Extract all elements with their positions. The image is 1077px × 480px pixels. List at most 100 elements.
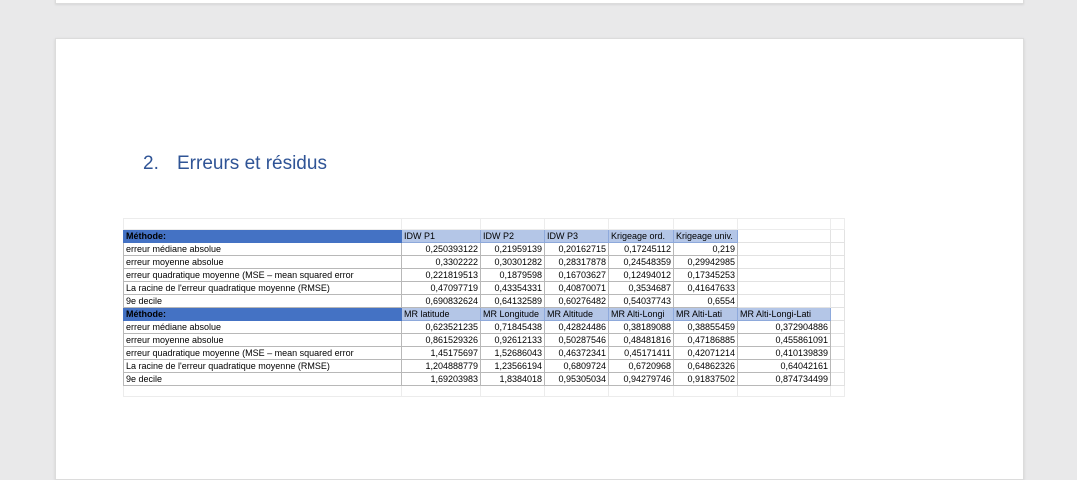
value-cell: 0,6809724	[544, 359, 609, 373]
value-cell: 0,12494012	[608, 268, 674, 282]
value-cell: 0,45171411	[608, 346, 674, 360]
empty-cell	[830, 255, 845, 269]
empty-cell	[737, 218, 831, 230]
value-cell: 1,204888779	[401, 359, 481, 373]
value-cell: 0,48481816	[608, 333, 674, 347]
value-cell: 0,17345253	[673, 268, 738, 282]
value-cell: 0,410139839	[737, 346, 831, 360]
empty-cell	[830, 242, 845, 256]
empty-cell	[544, 385, 609, 397]
value-cell: 0,94279746	[608, 372, 674, 386]
value-cell: 0,42824486	[544, 320, 609, 334]
table1-header-cell: IDW P1	[401, 229, 481, 243]
table2-header-cell: MR latitude	[401, 307, 481, 321]
value-cell: 0,17245112	[608, 242, 674, 256]
grid-row	[123, 385, 845, 397]
empty-cell	[608, 218, 674, 230]
previous-page-edge	[55, 0, 1024, 4]
empty-cell	[401, 385, 481, 397]
table2-row: La racine de l'erreur quadratique moyenn…	[123, 359, 845, 373]
table2-row: erreur moyenne absolue 0,861529326 0,92612…	[123, 333, 845, 347]
row-label: erreur moyenne absolue	[123, 333, 402, 347]
grid-row	[123, 218, 845, 230]
empty-cell	[737, 385, 831, 397]
empty-cell	[123, 385, 402, 397]
empty-cell	[830, 372, 845, 386]
value-cell: 1,8384018	[480, 372, 545, 386]
value-cell: 0,30301282	[480, 255, 545, 269]
empty-cell	[830, 320, 845, 334]
table2-header-cell: MR Alti-Longi	[608, 307, 674, 321]
value-cell: 0,64132589	[480, 294, 545, 308]
table1-row: erreur moyenne absolue 0,3302222 0,3030128…	[123, 255, 845, 269]
table1-header-cell: Krigeage univ.	[673, 229, 738, 243]
row-label: erreur quadratique moyenne (MSE – mean s…	[123, 268, 402, 282]
value-cell: 0,41647633	[673, 281, 738, 295]
table1-row: La racine de l'erreur quadratique moyenn…	[123, 281, 845, 295]
value-cell: 0,47097719	[401, 281, 481, 295]
value-cell: 0,38189088	[608, 320, 674, 334]
table2-row: erreur médiane absolue 0,623521235 0,71845…	[123, 320, 845, 334]
value-cell: 0,92612133	[480, 333, 545, 347]
empty-cell	[401, 218, 481, 230]
row-label: erreur moyenne absolue	[123, 255, 402, 269]
table2-row: 9e decile 1,69203983 1,8384018 0,95305034 0,…	[123, 372, 845, 386]
value-cell: 0,40870071	[544, 281, 609, 295]
empty-cell	[830, 229, 845, 243]
value-cell: 0,21959139	[480, 242, 545, 256]
empty-cell	[830, 218, 845, 230]
section-heading: 2. Erreurs et résidus	[143, 153, 327, 175]
value-cell: 0,6554	[673, 294, 738, 308]
empty-cell	[737, 294, 831, 308]
value-cell: 1,52686043	[480, 346, 545, 360]
table1-header-cell: Méthode:	[123, 229, 402, 243]
value-cell: 0,219	[673, 242, 738, 256]
results-spreadsheet: Méthode: IDW P1 IDW P2 IDW P3 Krigeage ord. K…	[123, 218, 845, 397]
row-label: erreur quadratique moyenne (MSE – mean s…	[123, 346, 402, 360]
value-cell: 0,16703627	[544, 268, 609, 282]
value-cell: 0,64042161	[737, 359, 831, 373]
empty-cell	[830, 307, 845, 321]
table1-header-cell: IDW P2	[480, 229, 545, 243]
value-cell: 0,29942985	[673, 255, 738, 269]
empty-cell	[830, 346, 845, 360]
empty-cell	[830, 268, 845, 282]
empty-cell	[830, 359, 845, 373]
value-cell: 1,23566194	[480, 359, 545, 373]
row-label: erreur médiane absolue	[123, 320, 402, 334]
value-cell: 0,38855459	[673, 320, 738, 334]
empty-cell	[673, 218, 738, 230]
table1-header-cell: IDW P3	[544, 229, 609, 243]
table2-row: erreur quadratique moyenne (MSE – mean s…	[123, 346, 845, 360]
table2-header-row: Méthode: MR latitude MR Longitude MR Altitu…	[123, 307, 845, 321]
empty-cell	[480, 385, 545, 397]
empty-cell	[830, 385, 845, 397]
value-cell: 0,64862326	[673, 359, 738, 373]
value-cell: 0,60276482	[544, 294, 609, 308]
table2-header-cell: Méthode:	[123, 307, 402, 321]
section-title: Erreurs et résidus	[177, 153, 327, 174]
value-cell: 0,20162715	[544, 242, 609, 256]
value-cell: 0,455861091	[737, 333, 831, 347]
value-cell: 0,874734499	[737, 372, 831, 386]
row-label: 9e decile	[123, 294, 402, 308]
empty-cell	[830, 294, 845, 308]
value-cell: 0,3302222	[401, 255, 481, 269]
value-cell: 0,71845438	[480, 320, 545, 334]
value-cell: 0,690832624	[401, 294, 481, 308]
value-cell: 0,3534687	[608, 281, 674, 295]
value-cell: 0,24548359	[608, 255, 674, 269]
empty-cell	[830, 333, 845, 347]
table1-row: 9e decile 0,690832624 0,64132589 0,60276482…	[123, 294, 845, 308]
value-cell: 0,91837502	[673, 372, 738, 386]
empty-cell	[123, 218, 402, 230]
table2-header-cell: MR Altitude	[544, 307, 609, 321]
value-cell: 0,1879598	[480, 268, 545, 282]
value-cell: 1,45175697	[401, 346, 481, 360]
table1-row: erreur médiane absolue 0,250393122 0,21959…	[123, 242, 845, 256]
value-cell: 0,221819513	[401, 268, 481, 282]
value-cell: 0,623521235	[401, 320, 481, 334]
empty-cell	[544, 218, 609, 230]
empty-cell	[608, 385, 674, 397]
table1-header-cell: Krigeage ord.	[608, 229, 674, 243]
